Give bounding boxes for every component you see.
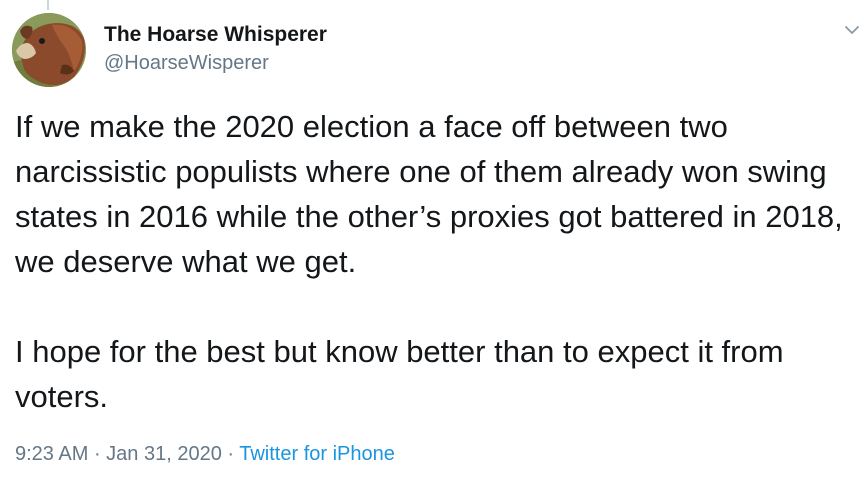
avatar[interactable] (12, 13, 86, 87)
tweet-author: The Hoarse Whisperer @HoarseWisperer (104, 21, 327, 77)
tweet-date[interactable]: Jan 31, 2020 (106, 443, 222, 465)
chevron-down-icon[interactable] (842, 20, 862, 40)
author-display-name[interactable]: The Hoarse Whisperer (104, 21, 327, 49)
tweet-text: If we make the 2020 election a face off … (15, 104, 855, 419)
meta-separator: · (221, 443, 240, 465)
tweet-time[interactable]: 9:23 AM (15, 443, 88, 465)
tweet-metadata: 9:23 AM · Jan 31, 2020 · Twitter for iPh… (15, 440, 395, 468)
meta-separator: · (88, 443, 107, 465)
horse-avatar-icon (12, 13, 86, 87)
tweet-source-link[interactable]: Twitter for iPhone (239, 443, 395, 465)
tweet-paragraph: If we make the 2020 election a face off … (15, 109, 843, 279)
author-handle[interactable]: @HoarseWisperer (104, 49, 327, 77)
thread-connector-line (47, 0, 49, 10)
tweet-paragraph: I hope for the best but know better than… (15, 334, 784, 414)
